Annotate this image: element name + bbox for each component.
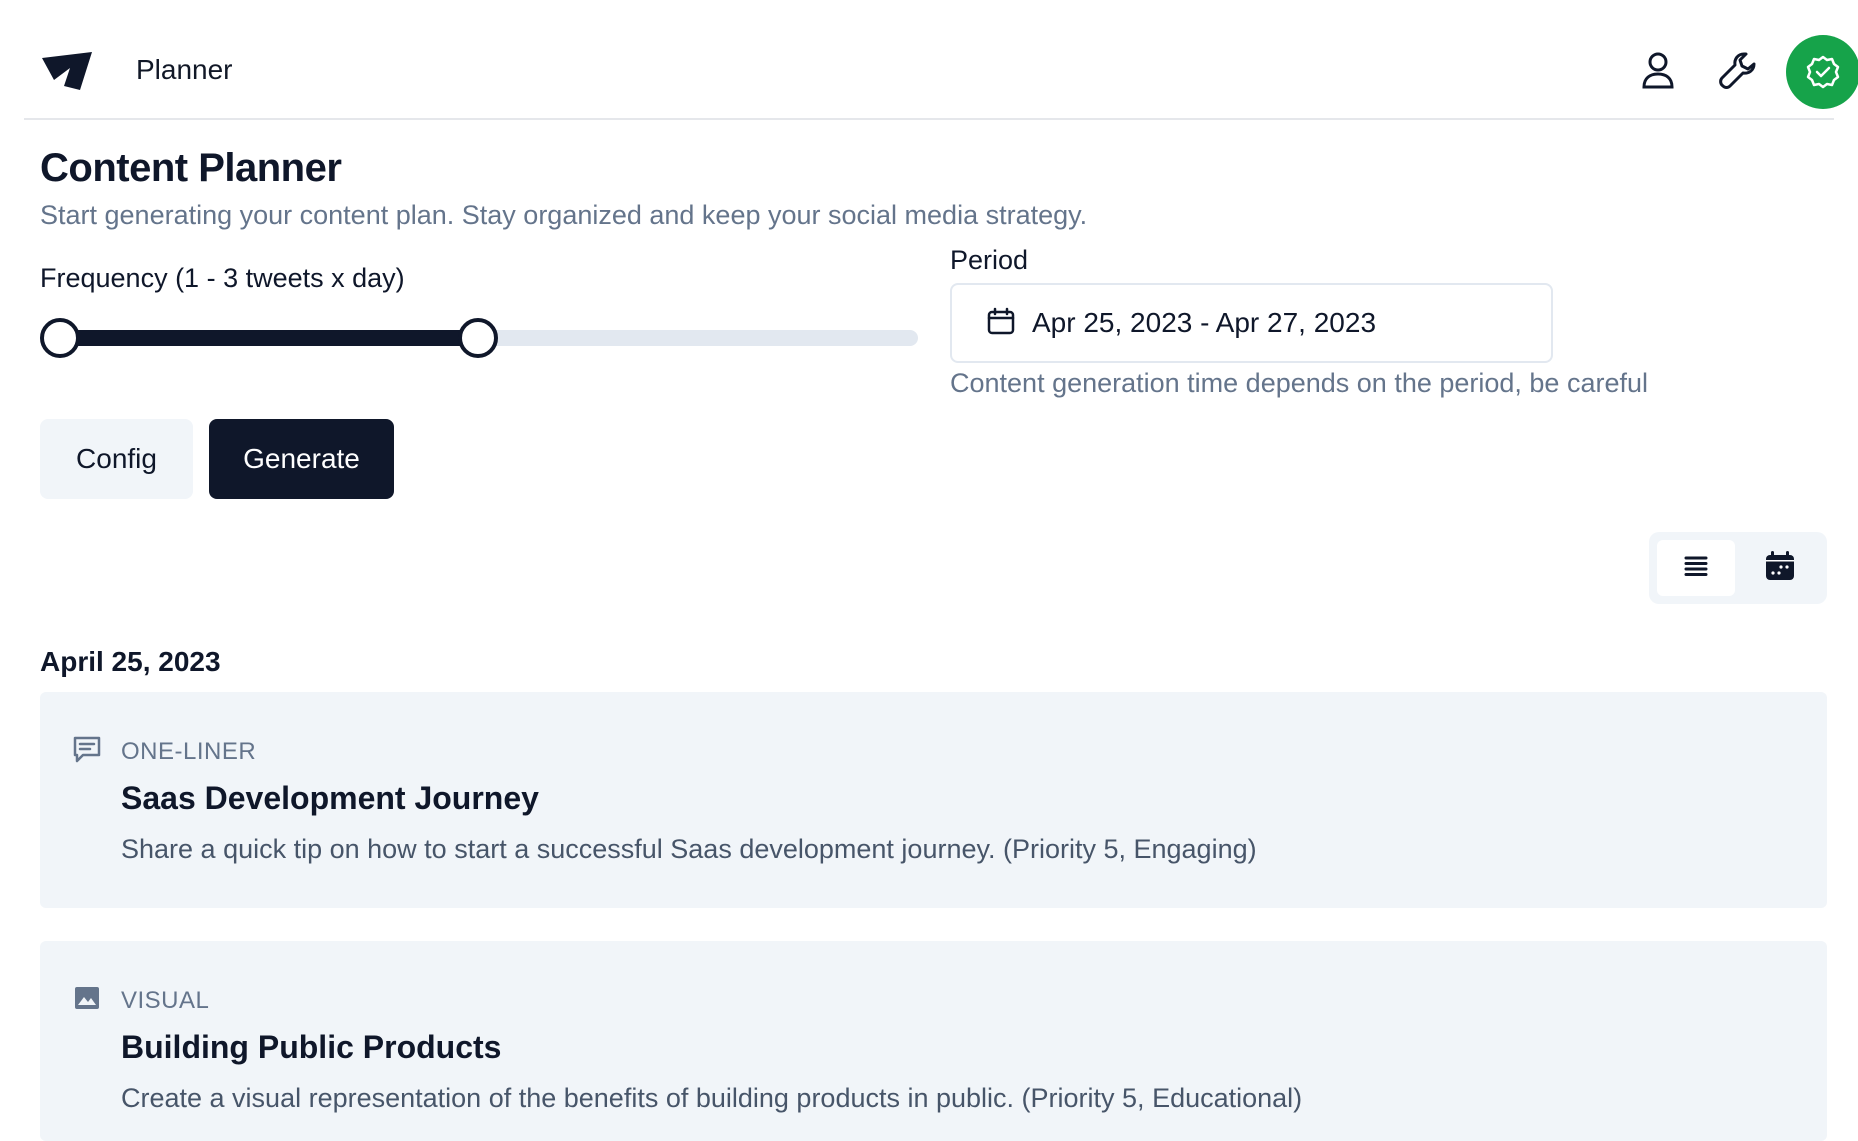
frequency-slider-max-handle[interactable] xyxy=(458,318,498,358)
user-icon[interactable] xyxy=(1636,48,1680,92)
period-value: Apr 25, 2023 - Apr 27, 2023 xyxy=(1032,307,1377,338)
content-card[interactable]: VISUAL Building Public Products Create a… xyxy=(40,941,1827,1141)
content-type: VISUAL xyxy=(121,987,210,1014)
list-icon xyxy=(1683,555,1709,582)
content-title: Saas Development Journey xyxy=(121,780,539,816)
content-type: ONE-LINER xyxy=(121,738,257,765)
generate-button[interactable]: Generate xyxy=(209,419,394,499)
period-label: Period xyxy=(950,245,1029,275)
page-title: Content Planner xyxy=(40,146,342,190)
content-card[interactable]: ONE-LINER Saas Development Journey Share… xyxy=(40,692,1827,908)
view-toggle xyxy=(1649,532,1827,604)
content-title: Building Public Products xyxy=(121,1029,502,1065)
logo-icon[interactable] xyxy=(40,50,94,94)
config-button[interactable]: Config xyxy=(40,419,193,499)
day-heading: April 25, 2023 xyxy=(40,646,221,677)
image-icon xyxy=(72,983,102,1013)
period-date-picker[interactable]: Apr 25, 2023 - Apr 27, 2023 xyxy=(950,283,1553,363)
wrench-icon[interactable] xyxy=(1716,48,1760,92)
frequency-slider-range xyxy=(60,330,478,346)
frequency-slider-min-handle[interactable] xyxy=(40,318,80,358)
calendar-view-button[interactable] xyxy=(1741,540,1819,596)
period-hint: Content generation time depends on the p… xyxy=(950,368,1648,398)
list-view-button[interactable] xyxy=(1657,540,1735,596)
top-header: Planner xyxy=(24,0,1858,120)
frequency-label: Frequency (1 - 3 tweets x day) xyxy=(40,263,405,293)
app-name: Planner xyxy=(136,54,233,85)
page-subtitle: Start generating your content plan. Stay… xyxy=(40,200,1088,230)
check-badge-icon[interactable] xyxy=(1786,35,1858,109)
calendar-icon xyxy=(986,306,1016,341)
calendar-icon xyxy=(1764,550,1796,587)
content-description: Create a visual representation of the be… xyxy=(121,1083,1303,1113)
content-description: Share a quick tip on how to start a succ… xyxy=(121,834,1257,864)
message-icon xyxy=(72,734,102,764)
